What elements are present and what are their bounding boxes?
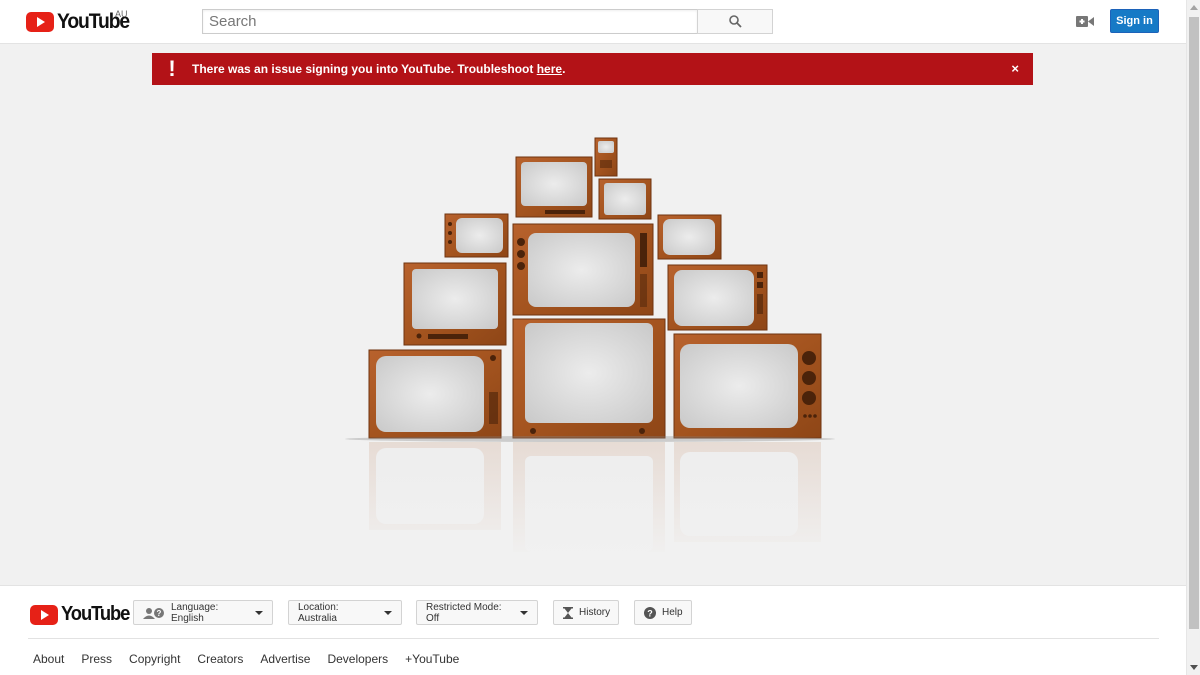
- tv-set: [512, 223, 654, 316]
- alert-message: There was an issue signing you into YouT…: [192, 62, 565, 76]
- troubleshoot-link[interactable]: here: [537, 62, 562, 76]
- search-button[interactable]: [697, 9, 773, 34]
- caret-down-icon: [384, 610, 392, 615]
- search-input[interactable]: [202, 9, 697, 34]
- tv-set: [515, 156, 593, 218]
- language-picker-button[interactable]: ? Language: English: [133, 600, 273, 625]
- stacked-tvs-illustration: [340, 137, 840, 560]
- tv-set: [403, 262, 507, 346]
- page-footer: YouTube ? Language: English Location: Au…: [0, 585, 1186, 675]
- footer-logo-text: YouTube: [61, 603, 130, 625]
- caret-down-icon: [255, 610, 263, 615]
- tv-set: [368, 349, 502, 439]
- hourglass-icon: [563, 606, 573, 619]
- scroll-down-arrow-icon[interactable]: [1190, 665, 1198, 670]
- search-icon: [728, 15, 742, 28]
- footer-link-about[interactable]: About: [33, 652, 64, 666]
- tv-set: [598, 178, 652, 220]
- help-icon: ?: [644, 606, 656, 619]
- svg-text:?: ?: [157, 609, 162, 618]
- tv-set: [512, 318, 666, 439]
- footer-link-plus-youtube[interactable]: +YouTube: [405, 652, 459, 666]
- sign-in-button[interactable]: Sign in: [1110, 9, 1159, 33]
- language-icon: ?: [143, 607, 165, 619]
- tv-set: [667, 264, 768, 331]
- footer-link-creators[interactable]: Creators: [197, 652, 243, 666]
- scroll-up-arrow-icon[interactable]: [1190, 5, 1198, 10]
- tv-set: [594, 137, 618, 177]
- scroll-thumb[interactable]: [1189, 17, 1199, 629]
- tv-set: [673, 333, 822, 439]
- alert-message-text: There was an issue signing you into YouT…: [192, 62, 537, 76]
- masthead: YouTube AU Sign in: [0, 0, 1186, 44]
- caret-down-icon: [520, 610, 528, 615]
- help-label: Help: [662, 607, 683, 618]
- restricted-mode-button[interactable]: Restricted Mode: Off: [416, 600, 538, 625]
- upload-video-icon[interactable]: [1076, 15, 1094, 28]
- svg-text:?: ?: [647, 608, 653, 618]
- footer-links: About Press Copyright Creators Advertise…: [33, 652, 476, 666]
- alert-message-end: .: [562, 62, 566, 76]
- language-label: Language: English: [171, 601, 219, 624]
- close-alert-button[interactable]: ×: [1011, 61, 1019, 76]
- youtube-play-icon: [26, 12, 54, 32]
- footer-link-press[interactable]: Press: [81, 652, 112, 666]
- footer-divider: [28, 638, 1159, 639]
- tv-set: [657, 214, 722, 260]
- history-label: History: [579, 607, 611, 618]
- youtube-play-icon: [30, 604, 58, 625]
- history-button[interactable]: History: [553, 600, 619, 625]
- restricted-mode-label: Restricted Mode: Off: [426, 601, 502, 624]
- footer-link-copyright[interactable]: Copyright: [129, 652, 180, 666]
- page-scrollbar[interactable]: [1186, 0, 1200, 675]
- footer-link-advertise[interactable]: Advertise: [260, 652, 310, 666]
- tv-set: [444, 213, 509, 258]
- footer-youtube-logo[interactable]: YouTube: [30, 603, 135, 626]
- signin-error-alert: ! There was an issue signing you into Yo…: [152, 53, 1033, 85]
- search-form: [202, 9, 773, 34]
- help-button[interactable]: ? Help: [634, 600, 692, 625]
- footer-link-developers[interactable]: Developers: [327, 652, 388, 666]
- exclamation-icon: !: [168, 56, 176, 81]
- country-code: AU: [115, 9, 128, 19]
- location-label: Location: Australia: [298, 601, 339, 624]
- location-picker-button[interactable]: Location: Australia: [288, 600, 402, 625]
